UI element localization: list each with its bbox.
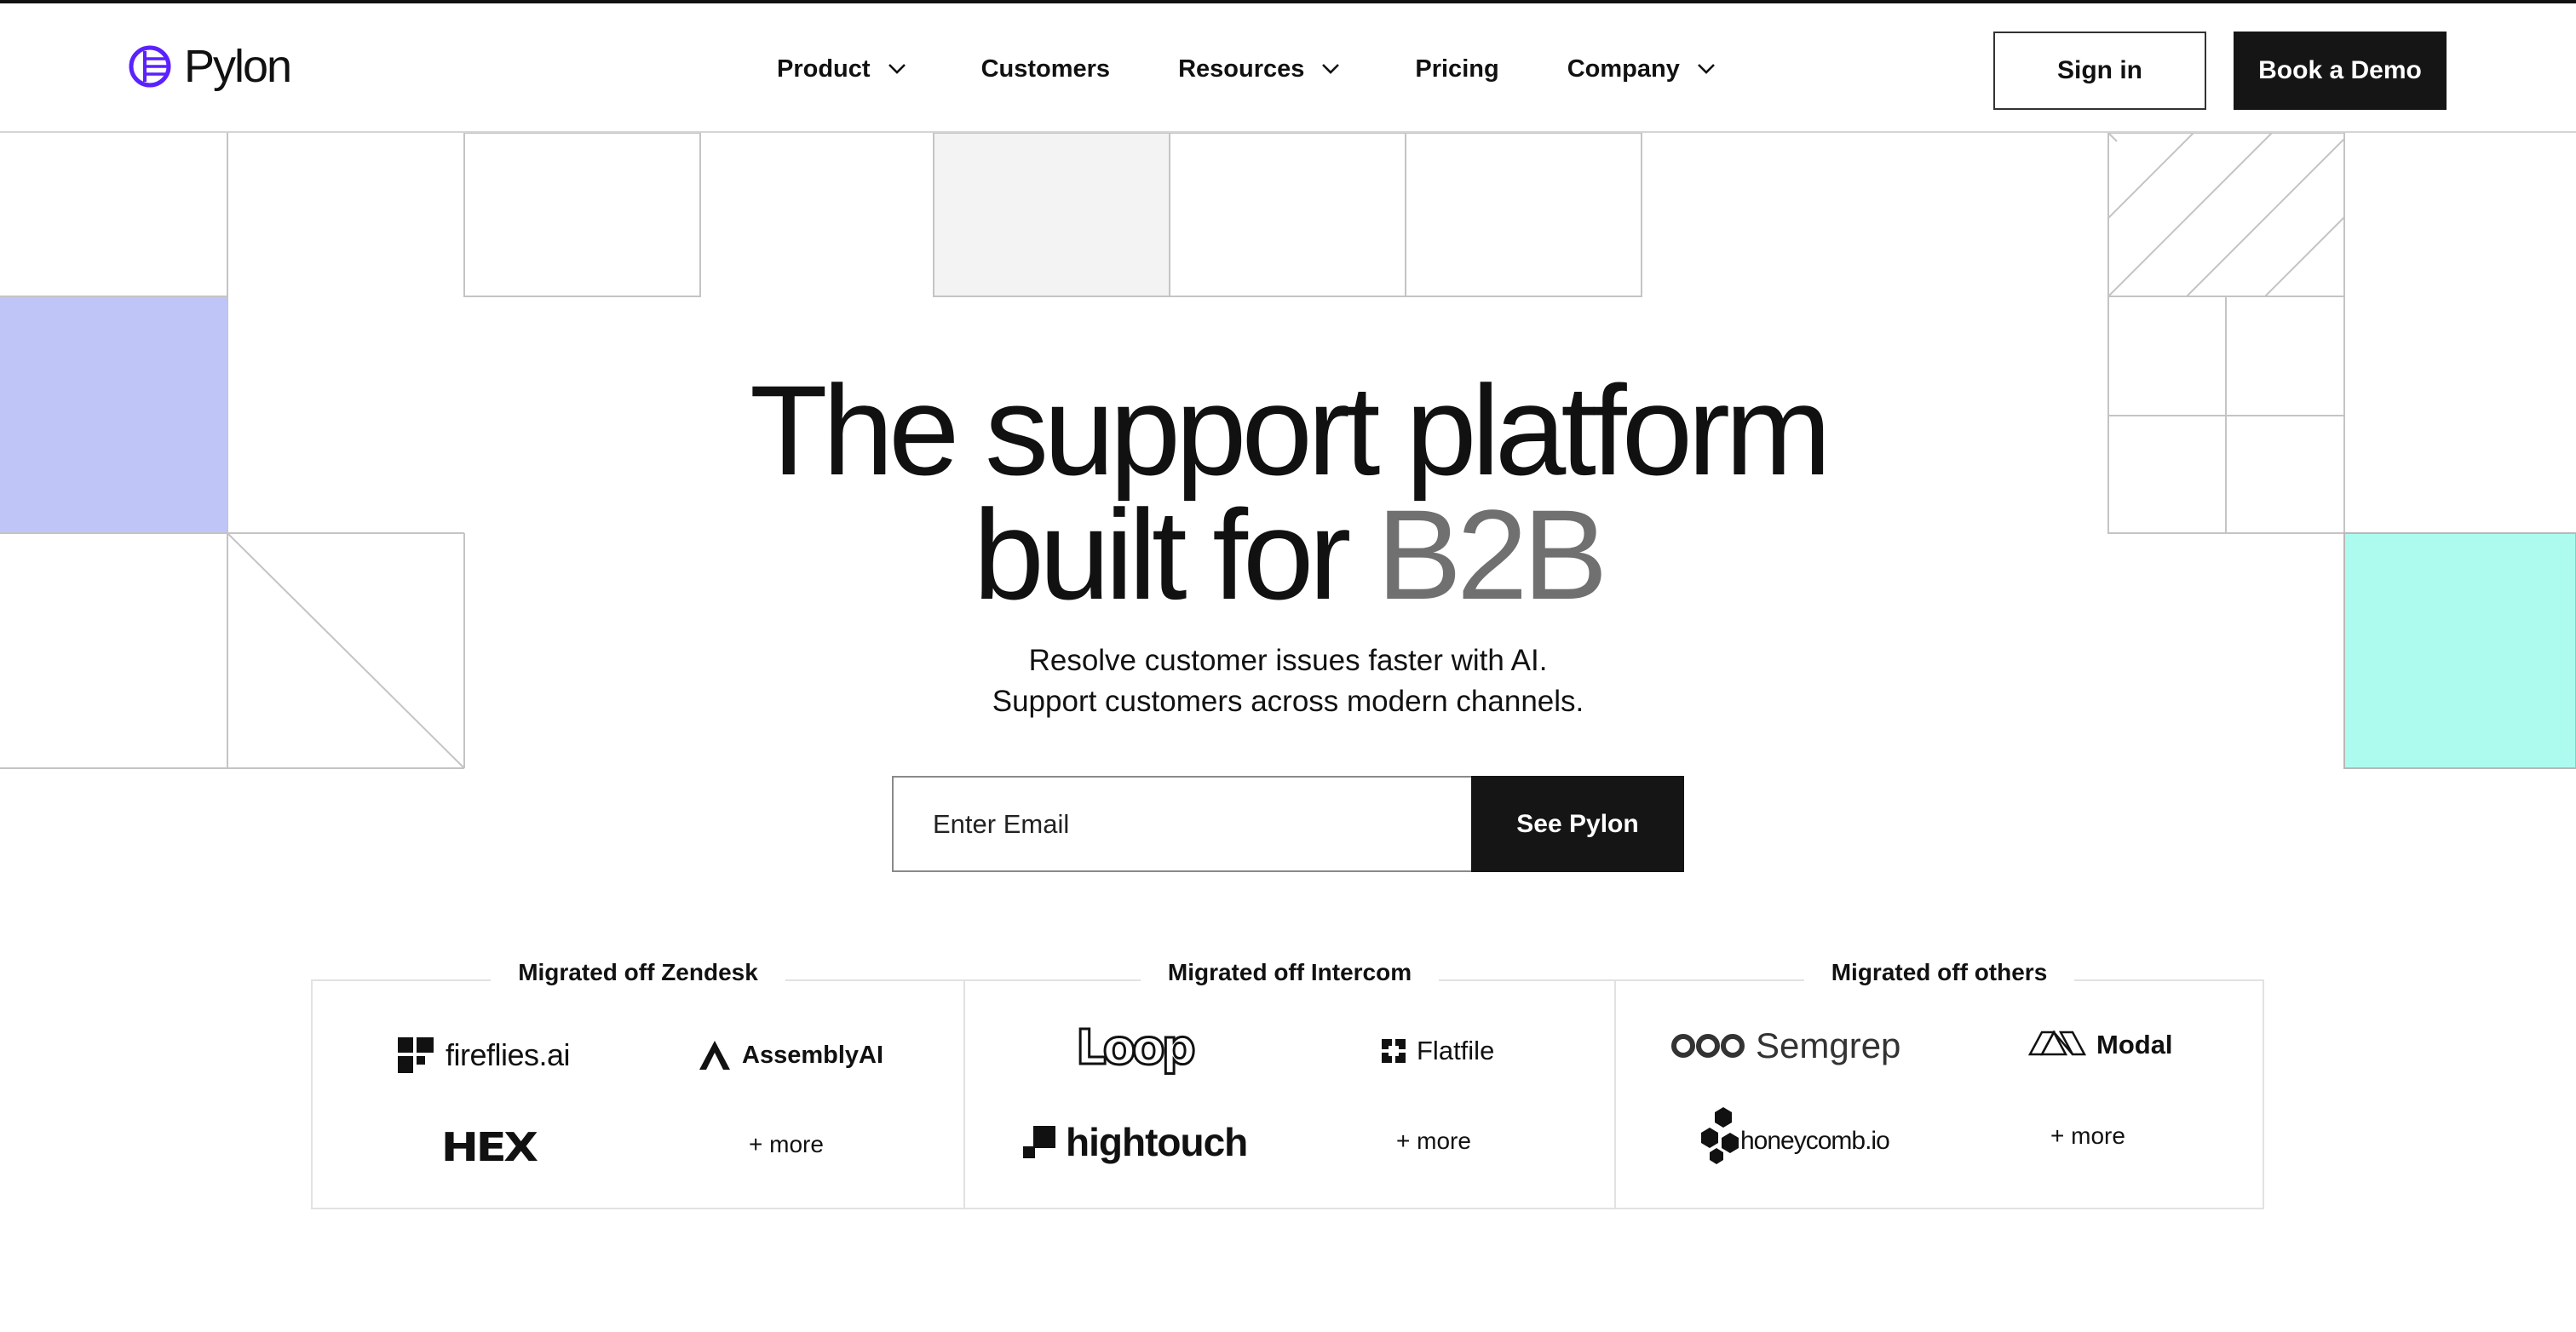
- logo-text: honeycomb.io: [1740, 1127, 1890, 1155]
- customer-logo-modal: Modal: [2028, 1029, 2173, 1061]
- hero-subtitle-line1: Resolve customer issues faster with AI.: [1028, 644, 1548, 677]
- nav-item-pricing[interactable]: Pricing: [1415, 55, 1498, 83]
- chevron-down-icon: [1697, 64, 1715, 74]
- nav-item-label: Resources: [1178, 55, 1305, 83]
- customer-logo-semgrep: Semgrep: [1670, 1025, 1900, 1066]
- book-demo-button[interactable]: Book a Demo: [2234, 32, 2447, 110]
- nav-item-customers[interactable]: Customers: [981, 55, 1111, 83]
- fireflies-icon: [398, 1037, 434, 1073]
- customer-logo-hex: HEX: [441, 1124, 538, 1170]
- more-link[interactable]: + more: [749, 1131, 824, 1158]
- logo-text: hightouch: [1066, 1120, 1248, 1164]
- chevron-down-icon: [888, 64, 906, 74]
- nav-item-resources[interactable]: Resources: [1178, 55, 1340, 83]
- logo-text: HEX: [440, 1124, 538, 1170]
- nav-item-product[interactable]: Product: [777, 55, 906, 83]
- chevron-down-icon: [1322, 64, 1340, 74]
- sign-in-button[interactable]: Sign in: [1993, 32, 2206, 110]
- migration-logos: Migrated off Zendesk fireflies.ai Assemb…: [311, 959, 2264, 1209]
- email-field[interactable]: [892, 776, 1471, 872]
- brand-name: Pylon: [184, 41, 292, 92]
- hightouch-icon: [1023, 1126, 1055, 1158]
- nav-item-label: Product: [777, 55, 871, 83]
- nav-item-label: Pricing: [1415, 55, 1499, 83]
- migration-column-intercom: Migrated off Intercom Loop Flatfile high…: [963, 959, 1614, 1208]
- logo-text: Semgrep: [1756, 1025, 1901, 1065]
- site-header: Pylon Product Customers Resources Pricin…: [0, 3, 2576, 133]
- migration-column-zendesk: Migrated off Zendesk fireflies.ai Assemb…: [313, 959, 963, 1208]
- customer-logo-fireflies: fireflies.ai: [396, 1036, 571, 1075]
- customer-logo-flatfile: Flatfile: [1381, 1036, 1494, 1066]
- pylon-logo-icon: [129, 45, 171, 88]
- hero-title-line2-prefix: built for: [973, 483, 1377, 626]
- nav-item-label: Company: [1567, 55, 1680, 83]
- nav-item-label: Customers: [980, 55, 1111, 83]
- customer-logo-loop: Loop: [1075, 1019, 1198, 1077]
- customer-logo-assemblyai: AssemblyAI: [698, 1039, 883, 1071]
- semgrep-icon: [1671, 1034, 1745, 1058]
- hero-title: The support platform built for B2B: [0, 366, 2576, 618]
- nav-item-company[interactable]: Company: [1567, 55, 1716, 83]
- logo-text: Loop: [1075, 1019, 1198, 1077]
- flatfile-icon: [1382, 1039, 1406, 1063]
- see-pylon-button[interactable]: See Pylon: [1471, 776, 1684, 872]
- customer-logo-hightouch: hightouch: [1023, 1119, 1248, 1165]
- migration-column-title: Migrated off Intercom: [1140, 959, 1440, 985]
- hero-title-accent: B2B: [1377, 483, 1608, 626]
- hero-subtitle: Resolve customer issues faster with AI. …: [0, 640, 2576, 722]
- hero-subtitle-line2: Support customers across modern channels…: [992, 685, 1584, 718]
- more-link[interactable]: + more: [1396, 1128, 1471, 1155]
- email-signup-form: See Pylon: [892, 776, 1684, 872]
- customer-logo-honeycomb: honeycomb.io: [1698, 1107, 1890, 1167]
- main-nav: Product Customers Resources Pricing Comp…: [777, 48, 1716, 90]
- honeycomb-icon: [1701, 1107, 1739, 1164]
- assemblyai-icon: [699, 1041, 730, 1070]
- more-link[interactable]: + more: [2050, 1122, 2125, 1150]
- migration-column-title: Migrated off Zendesk: [491, 959, 785, 985]
- migration-column-title: Migrated off others: [1803, 959, 2075, 985]
- modal-icon: [2028, 1030, 2086, 1056]
- migration-column-others: Migrated off others Semgrep Modal honeyc…: [1614, 959, 2263, 1208]
- logo-text: Flatfile: [1417, 1036, 1495, 1065]
- pylon-logo[interactable]: Pylon: [128, 41, 292, 92]
- logo-text: fireflies.ai: [446, 1037, 571, 1072]
- logo-text: Modal: [2096, 1030, 2173, 1059]
- logo-text: AssemblyAI: [742, 1041, 884, 1069]
- hero-title-line1: The support platform: [750, 359, 1831, 502]
